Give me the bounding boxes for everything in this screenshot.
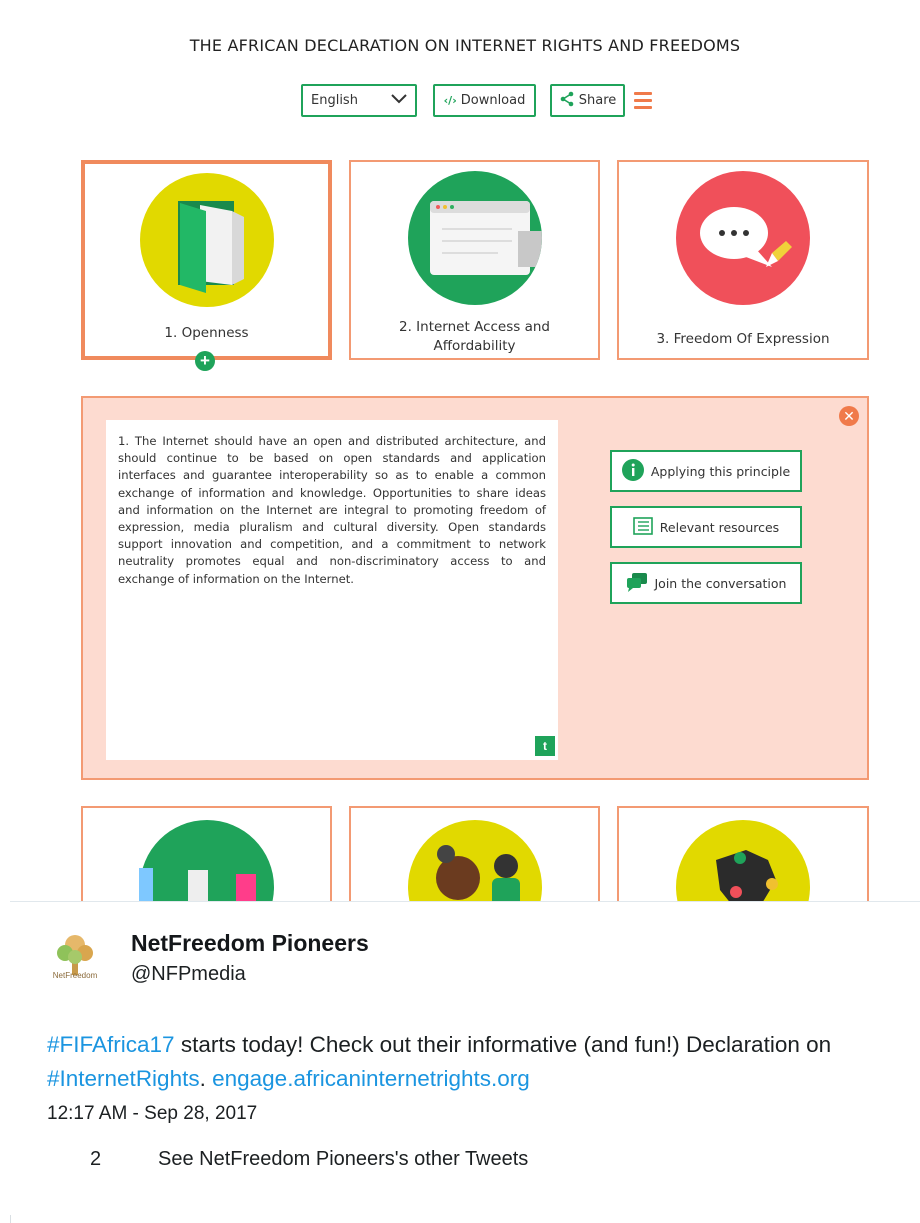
principle-text-box: 1. The Internet should have an open and … (106, 420, 558, 760)
door-icon (139, 173, 274, 307)
user-handle[interactable]: @NFPmedia (131, 963, 246, 986)
download-label: Download (460, 93, 526, 108)
avatar-text: NetFreedom (52, 971, 98, 980)
hamburger-menu-icon[interactable] (634, 92, 652, 113)
principle-card-5[interactable] (349, 806, 600, 901)
reply-count: 2 (90, 1148, 102, 1170)
principle-card-4[interactable] (81, 806, 332, 901)
twitter-icon[interactable]: t (535, 736, 555, 756)
principle-card-expression[interactable]: 3. Freedom Of Expression (617, 160, 869, 360)
other-tweets-link[interactable]: See NetFreedom Pioneers's other Tweets (158, 1148, 528, 1171)
join-conversation-button[interactable]: Join the conversation (610, 562, 802, 604)
resources-label: Relevant resources (659, 519, 780, 535)
tweet-text: #FIFAfrica17 starts today! Check out the… (47, 1028, 907, 1096)
people-meeting-icon (407, 820, 542, 901)
url-link[interactable]: engage.africaninternetrights.org (212, 1066, 530, 1091)
share-label: Share (578, 93, 617, 108)
download-button[interactable]: ‹/› Download (433, 84, 536, 117)
browser-window-icon (407, 171, 542, 305)
tweet-text-part: . (199, 1066, 213, 1091)
language-select[interactable]: English (301, 84, 417, 117)
chevron-down-icon (391, 93, 407, 108)
applying-label: Applying this principle (650, 463, 791, 479)
tweet-timestamp[interactable]: 12:17 AM - Sep 28, 2017 (47, 1103, 257, 1125)
africa-map-icon (676, 820, 810, 901)
avatar[interactable]: NetFreedom (47, 929, 103, 985)
embedded-screenshot: THE AFRICAN DECLARATION ON INTERNET RIGH… (10, 8, 920, 901)
info-icon (621, 458, 644, 484)
tweet-card: NetFreedom NetFreedom Pioneers @NFPmedia… (10, 901, 920, 1215)
card-label: 3. Freedom Of Expression (656, 331, 830, 347)
chat-bubbles-icon (626, 572, 648, 595)
list-icon (632, 516, 653, 538)
language-value: English (311, 93, 358, 108)
principle-card-access[interactable]: 2. Internet Access and Affordability (349, 160, 600, 360)
principle-detail-panel: ✕ 1. The Internet should have an open an… (81, 396, 869, 780)
page-title: THE AFRICAN DECLARATION ON INTERNET RIGH… (189, 36, 741, 55)
card-label: 2. Internet Access and Affordability (351, 318, 598, 356)
card-label-line2: Affordability (433, 338, 516, 354)
share-icon (559, 91, 575, 111)
close-icon[interactable]: ✕ (839, 406, 859, 426)
relevant-resources-button[interactable]: Relevant resources (610, 506, 802, 548)
card-label-line1: 2. Internet Access and (399, 319, 550, 335)
card-label: 1. Openness (164, 325, 249, 341)
tweet-text-part: starts today! Check out their informativ… (174, 1032, 832, 1057)
expand-plus-icon[interactable]: + (195, 351, 215, 371)
conversation-label: Join the conversation (654, 575, 787, 591)
share-button[interactable]: Share (550, 84, 625, 117)
speech-bubble-icon (676, 171, 810, 305)
beaker-icon (139, 868, 153, 901)
user-name[interactable]: NetFreedom Pioneers (131, 930, 369, 957)
applying-principle-button[interactable]: Applying this principle (610, 450, 802, 492)
principle-card-6[interactable] (617, 806, 869, 901)
lab-flask-icon (139, 820, 274, 901)
code-icon: ‹/› (443, 94, 457, 107)
hashtag-link[interactable]: #InternetRights (47, 1066, 200, 1091)
principle-text: 1. The Internet should have an open and … (118, 434, 546, 586)
hashtag-link[interactable]: #FIFAfrica17 (47, 1032, 175, 1057)
principle-card-openness[interactable]: 1. Openness (81, 160, 332, 360)
